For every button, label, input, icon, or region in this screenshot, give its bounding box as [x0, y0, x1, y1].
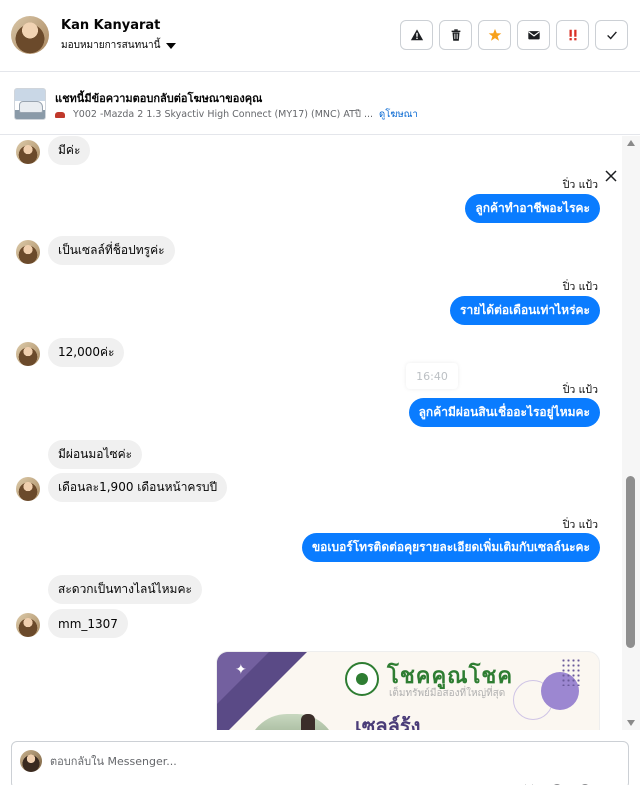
caret-down-icon	[166, 42, 177, 49]
avatar	[16, 140, 40, 164]
view-ad-link[interactable]: ดูโฆษณา	[379, 107, 418, 122]
scrollbar-thumb[interactable]	[626, 476, 635, 648]
thread-scrollbar[interactable]	[622, 136, 640, 730]
incoming-message[interactable]: เดือนละ1,900 เดือนหน้าครบปี	[48, 473, 228, 502]
incoming-message[interactable]: mm_1307	[48, 609, 128, 638]
assign-label: มอบหมายการสนทนานี้	[61, 40, 161, 51]
check-icon	[606, 31, 617, 40]
timestamp: 16:40	[406, 363, 458, 389]
priority-icon	[569, 29, 576, 41]
contact-name[interactable]: Kan Kanyarat	[61, 18, 160, 33]
priority-button[interactable]	[556, 20, 589, 50]
incoming-message[interactable]: 12,000ค่ะ	[48, 338, 125, 367]
decor-dots	[561, 658, 581, 686]
conversation-toolbar	[400, 20, 628, 50]
outgoing-message[interactable]: รายได้ต่อเดือนเท่าไหร่คะ	[450, 296, 600, 325]
outgoing-message[interactable]: ลูกค้าทำอาชีพอะไรคะ	[465, 194, 600, 223]
scroll-up-arrow-icon[interactable]	[627, 140, 635, 146]
reply-input[interactable]	[50, 750, 590, 772]
outgoing-message[interactable]: ขอเบอร์โทรติดต่อคุยรายละเอียดเพิ่มเติมกั…	[301, 533, 600, 562]
avatar	[16, 342, 40, 366]
mark-done-button[interactable]	[595, 20, 628, 50]
incoming-message[interactable]: มีค่ะ	[48, 136, 91, 165]
conversation-header: Kan Kanyarat มอบหมายการสนทนานี้	[0, 0, 640, 72]
car-icon	[55, 111, 65, 118]
decor-triangle	[217, 652, 269, 704]
sparkle-icon: ✦	[235, 662, 247, 678]
ad-thumbnail[interactable]	[14, 88, 46, 120]
mail-icon	[527, 31, 540, 40]
avatar	[16, 477, 40, 501]
mark-unread-button[interactable]	[517, 20, 550, 50]
card-headline: เซลล์รุ้ง	[355, 714, 421, 730]
star-button[interactable]	[478, 20, 511, 50]
sender-name: ปิ่ว แป้ว	[562, 384, 598, 396]
contact-avatar[interactable]	[11, 16, 49, 54]
incoming-message[interactable]: มีผ่อนมอไซค่ะ	[48, 440, 143, 469]
trash-icon	[451, 29, 460, 41]
incoming-message[interactable]: สะดวกเป็นทางไลน์ไหมคะ	[48, 575, 202, 604]
brand-logo	[345, 662, 379, 696]
message-thread[interactable]: มีค่ะ ปิ่ว แป้ว ลูกค้าทำอาชีพอะไรคะ เป็น…	[0, 136, 622, 730]
delete-button[interactable]	[439, 20, 472, 50]
person-figure	[301, 714, 315, 730]
ad-banner-subtitle-row: Y002 -Mazda 2 1.3 Skyactiv High Connect …	[55, 107, 418, 122]
outgoing-message[interactable]: ลูกค้ามีผ่อนสินเชื่ออะไรอยู่ไหมคะ	[408, 398, 600, 427]
warning-icon	[410, 29, 423, 41]
composer-area	[0, 730, 640, 785]
ad-banner-title: แชทนี้มีข้อความตอบกลับต่อโฆษณาของคุณ	[55, 92, 263, 105]
page-avatar	[20, 750, 42, 772]
assign-conversation-dropdown[interactable]: มอบหมายการสนทนานี้	[61, 38, 177, 53]
incoming-message[interactable]: เป็นเซลล์ที่ช็อปทรูค่ะ	[48, 236, 175, 265]
image-attachment[interactable]: ✦ โชคคูณโชค เต็มทรัพย์มือสองที่ใหญ่ที่สุ…	[216, 651, 600, 730]
sender-name: ปิ่ว แป้ว	[562, 519, 598, 531]
scroll-down-arrow-icon[interactable]	[627, 720, 635, 726]
brand-tagline: เต็มทรัพย์มือสองที่ใหญ่ที่สุด	[389, 688, 506, 699]
sender-name: ปิ่ว แป้ว	[562, 281, 598, 293]
reply-composer[interactable]	[11, 741, 629, 785]
avatar	[16, 240, 40, 264]
avatar	[16, 613, 40, 637]
mark-spam-button[interactable]	[400, 20, 433, 50]
sender-name: ปิ่ว แป้ว	[562, 179, 598, 191]
star-icon	[488, 28, 501, 41]
ad-subtitle: Y002 -Mazda 2 1.3 Skyactiv High Connect …	[73, 109, 374, 120]
